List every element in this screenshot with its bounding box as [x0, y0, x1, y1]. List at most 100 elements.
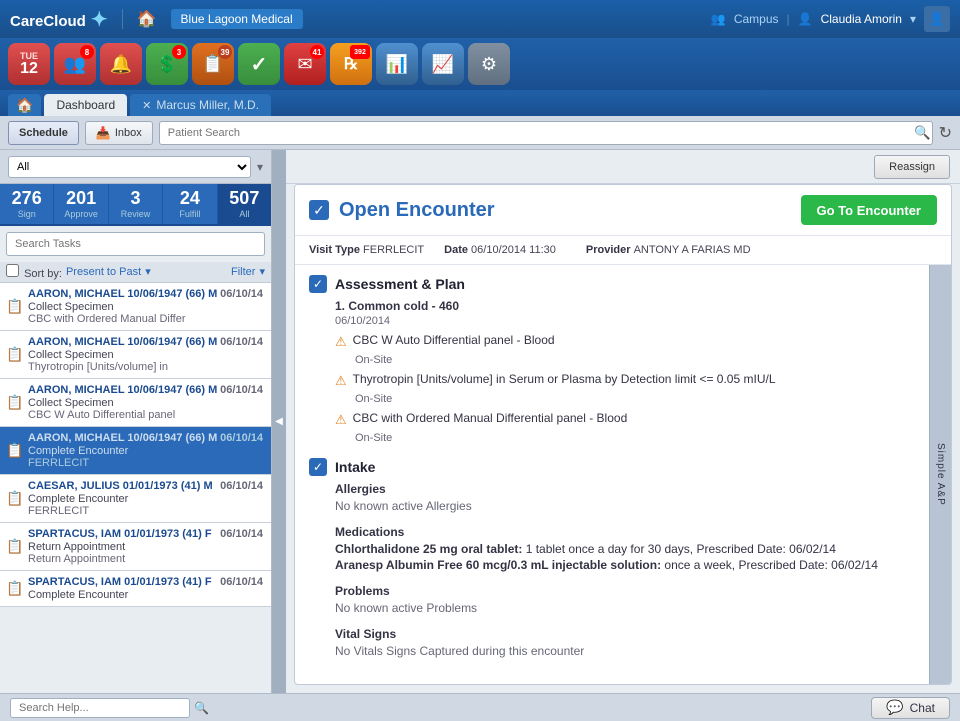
lab-item: ⚠ CBC with Ordered Manual Differential p… [335, 411, 915, 428]
sort-by-label: Sort by: [6, 264, 62, 280]
tab-dashboard-label: Dashboard [56, 98, 115, 112]
patient-search-input[interactable] [159, 121, 933, 145]
side-tab-label: Simple A&P [935, 443, 946, 506]
stat-fulfill-label: Fulfill [165, 209, 214, 219]
intake-section-header: ✓ Intake [309, 458, 915, 476]
toolbar-tasks-icon[interactable]: 📋 39 [192, 43, 234, 85]
search-help-input[interactable] [10, 698, 190, 718]
stat-review[interactable]: 3 Review [109, 184, 163, 224]
toolbar-patients-icon[interactable]: 👥 8 [54, 43, 96, 85]
user-avatar[interactable]: 👤 [924, 6, 950, 32]
sort-value[interactable]: Present to Past [66, 266, 141, 278]
user-name[interactable]: Claudia Amorin [821, 12, 902, 26]
date-label: Date [444, 244, 468, 256]
task-item[interactable]: 📋 AARON, MICHAEL 10/06/1947 (66) M 06/10… [0, 427, 271, 475]
date-value: 06/10/2014 11:30 [471, 244, 556, 256]
intake-title: Intake [335, 459, 375, 475]
task-subtype: FERRLECIT [28, 505, 263, 517]
refresh-button[interactable]: ↻ [939, 123, 952, 143]
toolbar-settings-icon[interactable]: ⚙ [468, 43, 510, 85]
patient-search-button[interactable]: 🔍 [914, 125, 931, 141]
stat-approve[interactable]: 201 Approve [54, 184, 108, 224]
help-search-icon[interactable]: 🔍 [194, 701, 209, 715]
diagnosis-date: 06/10/2014 [335, 315, 915, 327]
panel-collapse-button[interactable]: ◀ [272, 150, 286, 693]
campus-link[interactable]: Campus [734, 12, 779, 26]
select-all-checkbox[interactable] [6, 264, 19, 277]
encounter-header: ✓ Open Encounter Go To Encounter [295, 185, 951, 236]
task-type: Complete Encounter [28, 493, 263, 505]
stat-all-num: 507 [220, 189, 269, 209]
stat-fulfill[interactable]: 24 Fulfill [163, 184, 217, 224]
task-type: Collect Specimen [28, 301, 263, 313]
home-nav-icon[interactable]: 🏠 [137, 9, 157, 29]
task-subtype: FERRLECIT [28, 457, 263, 469]
filter-button[interactable]: Filter [231, 266, 255, 278]
reassign-button[interactable]: Reassign [874, 155, 950, 179]
filter-bar: All ▾ [0, 150, 271, 184]
visit-type-value: FERRLECIT [363, 244, 424, 256]
filter-select[interactable]: All [8, 156, 251, 178]
tab-patient[interactable]: ✕ Marcus Miller, M.D. [130, 94, 271, 116]
task-item[interactable]: 📋 AARON, MICHAEL 10/06/1947 (66) M 06/10… [0, 331, 271, 379]
task-item[interactable]: 📋 SPARTACUS, IAM 01/01/1973 (41) F 06/10… [0, 571, 271, 607]
inbox-label: Inbox [115, 127, 142, 139]
problems-content: No known active Problems [335, 601, 915, 615]
go-to-encounter-button[interactable]: Go To Encounter [801, 195, 937, 225]
toolbar-billing-icon[interactable]: 💲 3 [146, 43, 188, 85]
encounter-checkbox[interactable]: ✓ [309, 200, 329, 220]
search-tasks-input[interactable] [6, 232, 265, 256]
provider-label: Provider [586, 244, 631, 256]
stat-all[interactable]: 507 All [218, 184, 271, 224]
intake-checkbox[interactable]: ✓ [309, 458, 327, 476]
toolbar-rx-icon[interactable]: ℞ 392 [330, 43, 372, 85]
collapse-arrow-icon: ◀ [275, 416, 283, 427]
warning-icon: ⚠ [335, 334, 347, 350]
diagnosis-line: 1. Common cold - 460 [335, 299, 915, 313]
chat-button[interactable]: 💬 Chat [871, 697, 950, 719]
toolbar-calendar-icon[interactable]: TUE 12 [8, 43, 50, 85]
patient-search-container: 🔍 [159, 121, 933, 145]
tab-home[interactable]: 🏠 [8, 94, 41, 116]
lab-name: CBC with Ordered Manual Differential pan… [353, 411, 628, 425]
lab-location: On-Site [355, 393, 915, 405]
filter-dropdown-icon: ▾ [257, 160, 263, 174]
toolbar-analytics-icon[interactable]: 📈 [422, 43, 464, 85]
task-item[interactable]: 📋 AARON, MICHAEL 10/06/1947 (66) M 06/10… [0, 283, 271, 331]
problems-section: Problems No known active Problems [335, 584, 915, 615]
task-icon-clipboard: 📋 [6, 298, 23, 315]
simple-ap-tab[interactable]: Simple A&P [929, 265, 951, 684]
task-item[interactable]: 📋 SPARTACUS, IAM 01/01/1973 (41) F 06/10… [0, 523, 271, 571]
task-type: Complete Encounter [28, 589, 263, 601]
stat-review-num: 3 [111, 189, 160, 209]
inbox-icon: 📥 [96, 126, 111, 140]
assessment-checkbox[interactable]: ✓ [309, 275, 327, 293]
task-item[interactable]: 📋 AARON, MICHAEL 10/06/1947 (66) M 06/10… [0, 379, 271, 427]
tab-patient-icon: ✕ [142, 99, 151, 112]
task-patient-name: AARON, MICHAEL 10/06/1947 (66) M 06/10/1… [28, 432, 263, 444]
sort-dropdown-icon[interactable]: ▾ [145, 265, 151, 278]
med1-text: 1 tablet once a day for 30 days, Prescri… [522, 542, 836, 556]
action-bar: Schedule 📥 Inbox 🔍 ↻ [0, 116, 960, 150]
filter-dropdown-icon[interactable]: ▾ [259, 265, 265, 278]
med2-text: once a week, Prescribed Date: 06/02/14 [661, 558, 878, 572]
inbox-button[interactable]: 📥 Inbox [85, 121, 153, 145]
toolbar-check-icon[interactable]: ✓ [238, 43, 280, 85]
task-patient-name: AARON, MICHAEL 10/06/1947 (66) M 06/10/1… [28, 288, 263, 300]
toolbar-mail-icon[interactable]: ✉ 41 [284, 43, 326, 85]
toolbar-reports-icon[interactable]: 📊 [376, 43, 418, 85]
toolbar-alerts-icon[interactable]: 🔔 [100, 43, 142, 85]
encounter-content-wrapper: ✓ Assessment & Plan 1. Common cold - 460… [295, 265, 951, 684]
med2-bold: Aranesp Albumin Free 60 mcg/0.3 mL injec… [335, 558, 661, 572]
intake-content: Allergies No known active Allergies Medi… [335, 482, 915, 658]
stat-approve-num: 201 [56, 189, 105, 209]
user-dropdown-icon[interactable]: ▾ [910, 12, 916, 26]
tab-dashboard[interactable]: Dashboard [44, 94, 127, 116]
task-patient-name: AARON, MICHAEL 10/06/1947 (66) M 06/10/1… [28, 384, 263, 396]
task-item[interactable]: 📋 CAESAR, JULIUS 01/01/1973 (41) M 06/10… [0, 475, 271, 523]
assessment-content: 1. Common cold - 460 06/10/2014 ⚠ CBC W … [335, 299, 915, 444]
stat-all-label: All [220, 209, 269, 219]
stat-sign[interactable]: 276 Sign [0, 184, 54, 224]
assessment-plan-section-header: ✓ Assessment & Plan [309, 275, 915, 293]
schedule-button[interactable]: Schedule [8, 121, 79, 145]
